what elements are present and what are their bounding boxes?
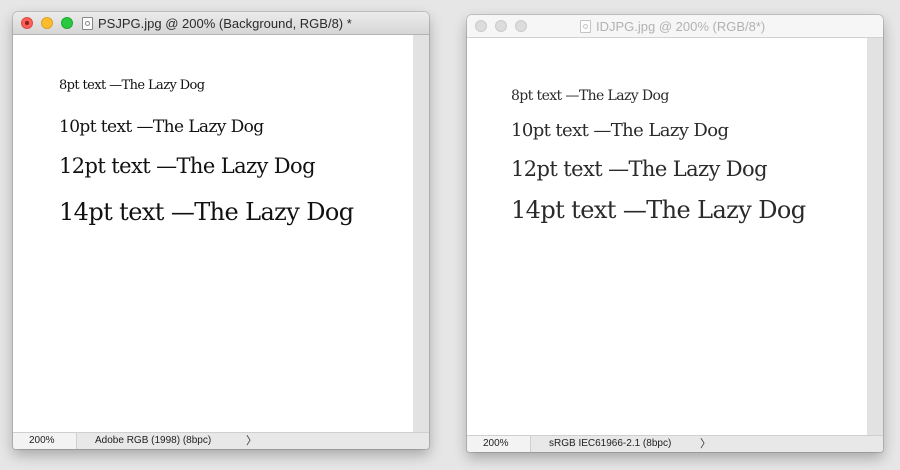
text-line-10pt: 10pt text —The Lazy Dog [59, 117, 264, 137]
title-bar[interactable]: IDJPG.jpg @ 200% (RGB/8*) [467, 15, 883, 38]
window-title-text: IDJPG.jpg @ 200% (RGB/8*) [596, 19, 766, 34]
zoom-level-field[interactable]: 200% [467, 436, 531, 452]
color-profile-label: Adobe RGB (1998) (8bpc) [95, 435, 212, 446]
document-proxy-icon[interactable] [82, 17, 93, 30]
document-proxy-icon[interactable] [580, 20, 591, 33]
text-line-10pt: 10pt text —The Lazy Dog [511, 120, 729, 141]
document-window-psjpg[interactable]: PSJPG.jpg @ 200% (Background, RGB/8) * 8… [13, 12, 429, 449]
minimize-button[interactable] [495, 20, 507, 32]
image-canvas[interactable]: 8pt text —The Lazy Dog 10pt text —The La… [13, 35, 413, 433]
color-profile-label: sRGB IEC61966-2.1 (8bpc) [549, 438, 672, 449]
zoom-level-field[interactable]: 200% [13, 433, 77, 449]
close-button[interactable] [475, 20, 487, 32]
window-title: PSJPG.jpg @ 200% (Background, RGB/8) * [82, 16, 352, 31]
status-bar: 200% Adobe RGB (1998) (8bpc) 〉 [13, 432, 429, 449]
status-bar: 200% sRGB IEC61966-2.1 (8bpc) 〉 [467, 435, 883, 452]
minimize-button[interactable] [41, 17, 53, 29]
text-line-12pt: 12pt text —The Lazy Dog [59, 154, 316, 178]
text-line-14pt: 14pt text —The Lazy Dog [511, 196, 806, 224]
text-line-8pt: 8pt text —The Lazy Dog [511, 88, 669, 104]
text-line-14pt: 14pt text —The Lazy Dog [59, 198, 354, 226]
document-window-idjpg[interactable]: IDJPG.jpg @ 200% (RGB/8*) 8pt text —The … [467, 15, 883, 452]
vertical-scrollbar[interactable] [413, 35, 429, 433]
window-title-text: PSJPG.jpg @ 200% (Background, RGB/8) * [98, 16, 352, 31]
window-controls [475, 20, 535, 32]
zoom-button[interactable] [61, 17, 73, 29]
window-controls [21, 17, 81, 29]
status-menu-chevron-icon[interactable]: 〉 [246, 433, 257, 449]
zoom-button[interactable] [515, 20, 527, 32]
window-title: IDJPG.jpg @ 200% (RGB/8*) [580, 19, 765, 34]
text-line-8pt: 8pt text —The Lazy Dog [59, 78, 205, 93]
image-canvas[interactable]: 8pt text —The Lazy Dog 10pt text —The La… [467, 38, 867, 436]
close-button[interactable] [21, 17, 33, 29]
status-menu-chevron-icon[interactable]: 〉 [700, 436, 711, 452]
title-bar[interactable]: PSJPG.jpg @ 200% (Background, RGB/8) * [13, 12, 429, 35]
text-line-12pt: 12pt text —The Lazy Dog [511, 157, 768, 181]
vertical-scrollbar[interactable] [867, 38, 883, 436]
